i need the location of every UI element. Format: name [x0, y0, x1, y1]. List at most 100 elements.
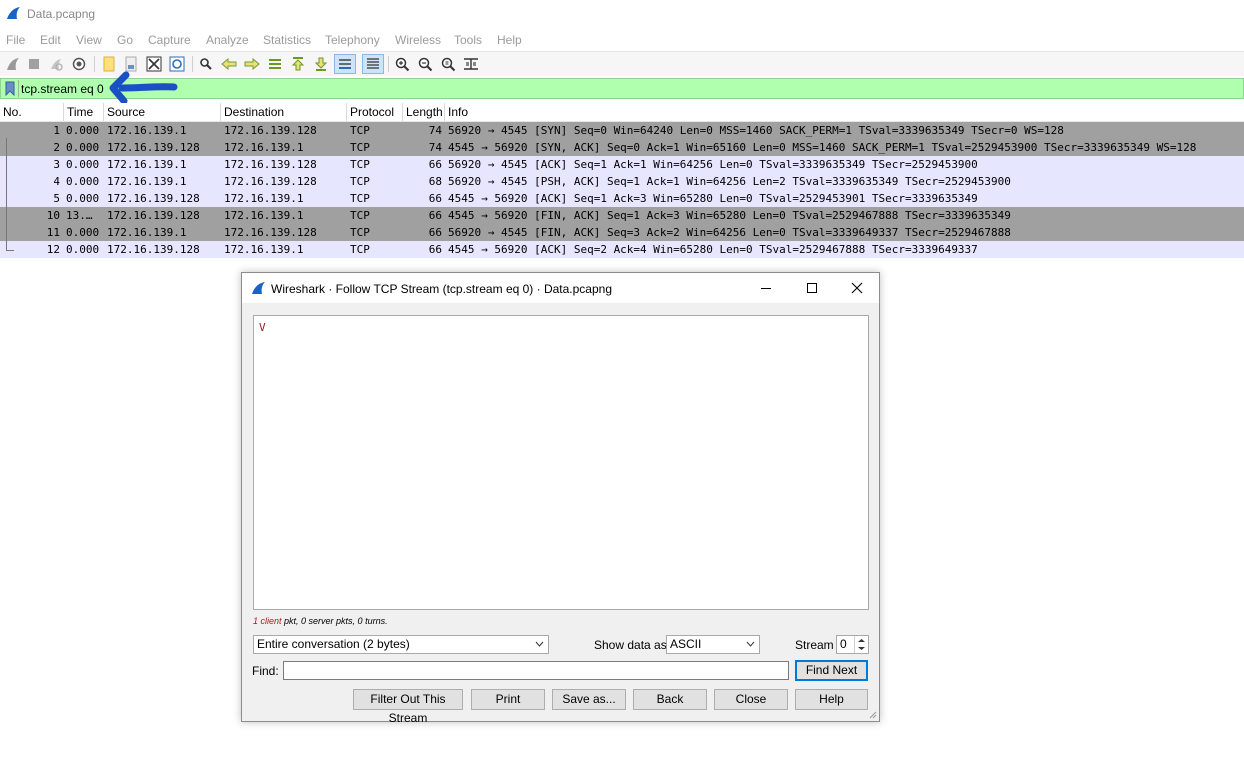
chevron-down-icon [535, 641, 544, 647]
packet-length: 74 [428, 141, 442, 154]
conversation-select[interactable]: Entire conversation (2 bytes) [253, 635, 549, 654]
find-next-button[interactable]: Find Next [795, 660, 868, 681]
back-button[interactable]: Back [633, 689, 707, 710]
packet-protocol: TCP [350, 175, 370, 188]
close-button[interactable]: Close [714, 689, 788, 710]
client-payload-text: V [259, 321, 266, 334]
packet-no: 2 [53, 141, 60, 154]
save-as-button[interactable]: Save as... [552, 689, 626, 710]
packet-info: 56920 → 4545 [SYN] Seq=0 Win=64240 Len=0… [448, 124, 1064, 137]
packet-source: 172.16.139.1 [107, 124, 187, 137]
go-first-icon[interactable] [288, 54, 308, 74]
menu-wireless[interactable]: Wireless [395, 33, 441, 47]
packet-row[interactable]: 3 0.000 172.16.139.1 172.16.139.128 TCP 66 569… [0, 156, 1244, 173]
print-button[interactable]: Print [471, 689, 545, 710]
packet-row[interactable]: 1 0.000 172.16.139.1 172.16.139.128 TCP 74 569… [0, 122, 1244, 139]
menu-view[interactable]: View [76, 33, 102, 47]
show-data-label: Show data as [594, 638, 667, 652]
display-filter-input[interactable] [21, 80, 1221, 97]
packet-row[interactable]: 2 0.000 172.16.139.128 172.16.139.1 TCP 74 454… [0, 139, 1244, 156]
stream-number-value: 0 [840, 637, 847, 651]
packet-info: 4545 → 56920 [ACK] Seq=1 Ack=3 Win=65280… [448, 192, 978, 205]
go-last-icon[interactable] [311, 54, 331, 74]
column-length[interactable]: Length [402, 103, 444, 121]
packet-destination: 172.16.139.1 [224, 192, 304, 205]
normal-size-icon[interactable] [438, 54, 458, 74]
packet-destination: 172.16.139.128 [224, 226, 317, 239]
stream-number-spinbox[interactable]: 0 [836, 635, 869, 654]
packet-protocol: TCP [350, 141, 370, 154]
maximize-button[interactable] [789, 273, 835, 303]
go-to-packet-icon[interactable] [265, 54, 285, 74]
dialog-titlebar: Wireshark · Follow TCP Stream (tcp.strea… [242, 273, 879, 303]
main-titlebar: Data.pcapng [0, 0, 1244, 28]
show-data-value: ASCII [670, 637, 702, 651]
zoom-in-icon[interactable] [392, 54, 412, 74]
show-data-select[interactable]: ASCII [666, 635, 760, 654]
spin-arrows-icon[interactable] [854, 636, 868, 653]
column-time[interactable]: Time [63, 103, 103, 121]
window-title: Data.pcapng [27, 7, 96, 21]
column-protocol[interactable]: Protocol [346, 103, 402, 121]
colorize-icon[interactable] [362, 54, 384, 74]
menu-capture[interactable]: Capture [148, 33, 191, 47]
packet-length: 66 [428, 192, 442, 205]
packet-row[interactable]: 4 0.000 172.16.139.1 172.16.139.128 TCP 68 569… [0, 173, 1244, 190]
packet-time: 0.000 [66, 141, 100, 154]
wireshark-fin-icon [6, 6, 21, 23]
menu-go[interactable]: Go [117, 33, 133, 47]
go-forward-icon[interactable] [242, 54, 262, 74]
packet-time: 0.000 [66, 226, 100, 239]
packet-no: 4 [53, 175, 60, 188]
resize-columns-icon[interactable] [461, 54, 481, 74]
packet-row[interactable]: 11 0.000 172.16.139.1 172.16.139.128 TCP 66 56… [0, 224, 1244, 241]
packet-row[interactable]: 12 0.000 172.16.139.128 172.16.139.1 TCP 66 45… [0, 241, 1244, 258]
packet-protocol: TCP [350, 226, 370, 239]
filter-out-stream-button[interactable]: Filter Out This Stream [353, 689, 463, 725]
packet-row[interactable]: 10 13.… 172.16.139.128 172.16.139.1 TCP 66 454… [0, 207, 1244, 224]
column-source[interactable]: Source [103, 103, 220, 121]
minimize-button[interactable] [743, 273, 789, 303]
menu-analyze[interactable]: Analyze [206, 33, 249, 47]
main-toolbar [0, 51, 1244, 76]
filter-bookmark-icon[interactable] [5, 81, 15, 97]
packet-length: 66 [428, 209, 442, 222]
restart-capture-icon[interactable] [46, 54, 66, 74]
find-label: Find: [252, 664, 279, 678]
dialog-title: Wireshark · Follow TCP Stream (tcp.strea… [271, 282, 613, 296]
zoom-out-icon[interactable] [415, 54, 435, 74]
menu-statistics[interactable]: Statistics [263, 33, 311, 47]
packet-info: 56920 → 4545 [ACK] Seq=1 Ack=1 Win=64256… [448, 158, 978, 171]
packet-destination: 172.16.139.128 [224, 124, 317, 137]
shark-fin-start-icon[interactable] [3, 54, 23, 74]
column-no[interactable]: No. [0, 103, 63, 121]
packet-row[interactable]: 5 0.000 172.16.139.128 172.16.139.1 TCP 66 454… [0, 190, 1244, 207]
packet-destination: 172.16.139.1 [224, 243, 304, 256]
resize-grip-icon[interactable] [868, 710, 877, 719]
menu-file[interactable]: File [6, 33, 25, 47]
chevron-down-icon [746, 641, 755, 647]
menu-edit[interactable]: Edit [40, 33, 61, 47]
go-back-icon[interactable] [219, 54, 239, 74]
stream-label: Stream [795, 638, 834, 652]
stop-capture-icon[interactable] [24, 54, 44, 74]
find-packet-icon[interactable] [196, 54, 216, 74]
menu-help[interactable]: Help [497, 33, 522, 47]
packet-info: 56920 → 4545 [PSH, ACK] Seq=1 Ack=1 Win=… [448, 175, 1011, 188]
packet-no: 3 [53, 158, 60, 171]
menu-tools[interactable]: Tools [454, 33, 482, 47]
column-destination[interactable]: Destination [220, 103, 346, 121]
stream-content-area[interactable]: V [253, 315, 869, 610]
find-input[interactable] [283, 661, 789, 680]
packet-time: 0.000 [66, 243, 100, 256]
autoscroll-icon[interactable] [334, 54, 356, 74]
packet-no: 5 [53, 192, 60, 205]
help-button[interactable]: Help [795, 689, 868, 710]
capture-options-icon[interactable] [69, 54, 89, 74]
close-window-button[interactable] [834, 273, 880, 303]
packet-time: 0.000 [66, 124, 100, 137]
column-info[interactable]: Info [444, 103, 1244, 121]
packet-no: 10 [46, 209, 60, 222]
packet-no: 11 [46, 226, 60, 239]
menu-telephony[interactable]: Telephony [325, 33, 380, 47]
